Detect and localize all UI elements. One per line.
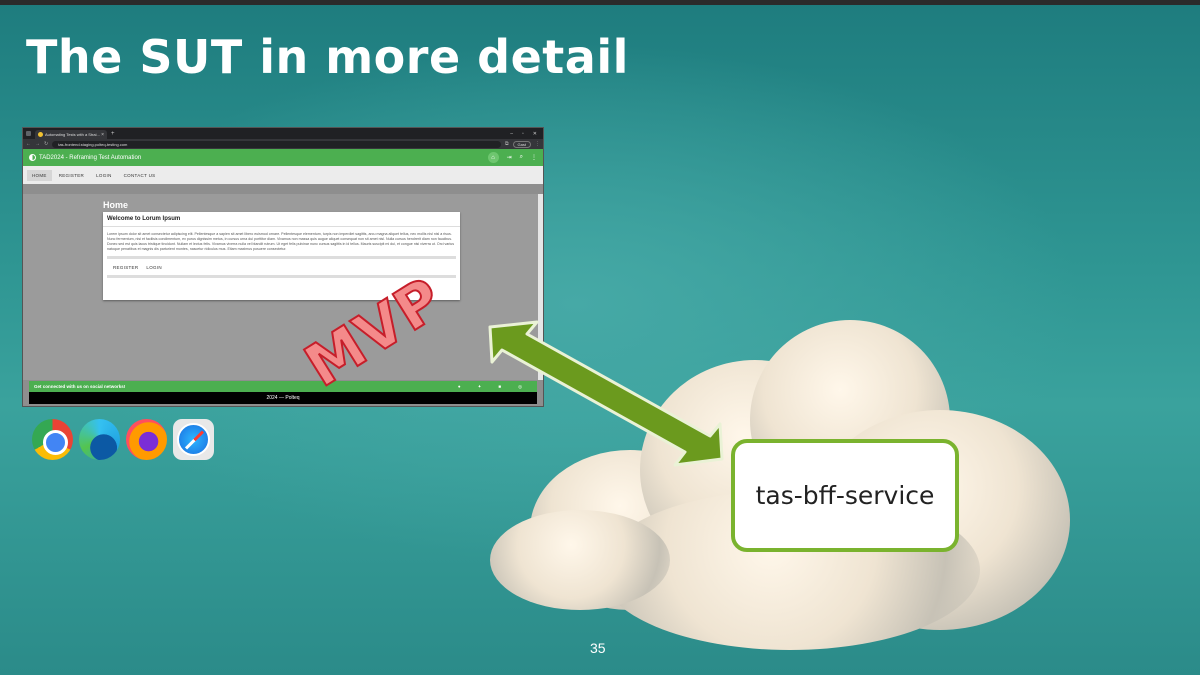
maximize-icon[interactable]: ▫ [522, 131, 524, 137]
card-title: Welcome to Lorum Ipsum [103, 212, 460, 227]
new-tab-icon[interactable]: + [111, 131, 115, 137]
safari-logo-icon [173, 419, 214, 460]
back-icon[interactable]: ← [26, 141, 31, 147]
linkedin-icon[interactable]: ■ [498, 384, 501, 390]
chrome-logo-icon [32, 419, 73, 460]
social-footer: Get connected with us on social networks… [29, 381, 537, 392]
instagram-icon[interactable]: ◎ [518, 384, 522, 390]
browser-menu-icon[interactable]: ⋮ [535, 141, 540, 147]
login-icon[interactable]: ⇥ [507, 154, 512, 161]
theme-toggle-icon[interactable] [29, 154, 36, 161]
service-label: tas-bff-service [755, 481, 935, 510]
search-icon[interactable]: ⌕ [520, 154, 523, 161]
app-header: TAD2024 - Reframing Test Automation ⌂ ⇥ … [23, 149, 543, 166]
scrollbar[interactable] [538, 194, 543, 380]
browser-tab[interactable]: Automating Tests with a Strai... × [35, 130, 107, 139]
window-controls: – ▫ ✕ [510, 131, 540, 137]
firefox-logo-icon [126, 419, 167, 460]
close-window-icon[interactable]: ✕ [533, 131, 537, 137]
card-body: Lorem ipsum dolor sit amet consectetur a… [107, 232, 455, 251]
browser-logos [32, 419, 214, 460]
browser-screenshot: Automating Tests with a Strai... × + – ▫… [22, 127, 544, 407]
github-icon[interactable]: ● [458, 384, 461, 390]
app-title: TAD2024 - Reframing Test Automation [39, 154, 142, 161]
forward-icon[interactable]: → [35, 141, 40, 147]
menu-item-contact[interactable]: CONTACT US [119, 170, 161, 181]
tab-close-icon[interactable]: × [101, 132, 104, 138]
nav-menu: HOME REGISTER LOGIN CONTACT US [23, 166, 543, 184]
social-text: Get connected with us on social networks… [34, 384, 126, 389]
reload-icon[interactable]: ↻ [44, 141, 48, 147]
home-icon[interactable]: ⌂ [487, 152, 499, 163]
menu-item-register[interactable]: REGISTER [54, 170, 89, 181]
translate-icon[interactable]: ⧉ [505, 141, 509, 147]
top-strip [0, 0, 1200, 5]
menu-item-login[interactable]: LOGIN [91, 170, 117, 181]
card-login-button[interactable]: LOGIN [146, 265, 162, 270]
browser-tab-strip: Automating Tests with a Strai... × + – ▫… [23, 128, 543, 139]
tab-title: Automating Tests with a Strai... [45, 132, 100, 137]
more-vert-icon[interactable]: ⋮ [531, 154, 537, 161]
copyright-footer: 2024 — Polteq [29, 392, 537, 404]
tab-menu-icon[interactable] [26, 131, 31, 136]
page-heading: Home [103, 200, 129, 210]
address-bar: ← → ↻ tas-frontend.staging.polteq-testin… [23, 139, 543, 149]
edge-logo-icon [79, 419, 120, 460]
slide-title: The SUT in more detail [26, 30, 629, 84]
url-field[interactable]: tas-frontend.staging.polteq-testing.com [52, 140, 501, 148]
service-box: tas-bff-service [731, 439, 959, 552]
card-register-button[interactable]: REGISTER [113, 265, 138, 270]
favicon-icon [38, 132, 43, 137]
guest-profile-button[interactable]: Gast [512, 140, 531, 148]
menu-item-home[interactable]: HOME [27, 169, 52, 181]
page-number: 35 [590, 640, 606, 656]
minimize-icon[interactable]: – [510, 131, 513, 137]
twitter-icon[interactable]: ✦ [478, 384, 482, 390]
page-content: Home Welcome to Lorum Ipsum Lorem ipsum … [23, 194, 543, 380]
